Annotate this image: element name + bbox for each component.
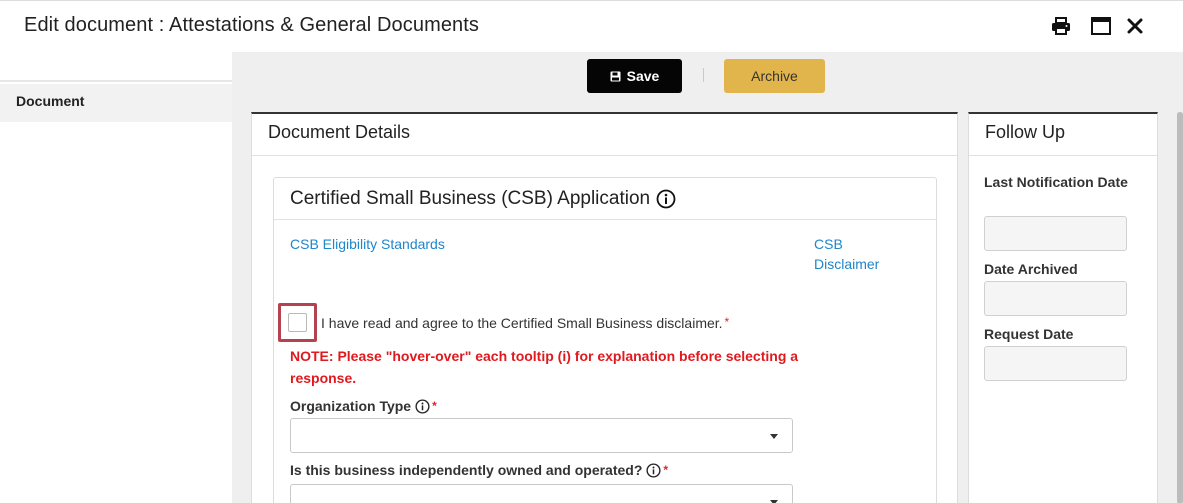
window-title: Edit document : Attestations & General D… (24, 14, 480, 36)
required-mark: * (724, 315, 730, 329)
date-archived-input[interactable] (984, 281, 1127, 316)
required-mark: * (663, 463, 669, 477)
document-details-panel: Document Details Certified Small Busines… (251, 112, 958, 503)
save-button[interactable]: Save (587, 59, 682, 93)
window-titlebar: Edit document : Attestations & General D… (0, 0, 1183, 52)
nav-item-document[interactable]: Document (0, 84, 232, 122)
vertical-scrollbar[interactable] (1177, 112, 1183, 503)
csb-disclaimer-link[interactable]: CSB Disclaimer (814, 234, 894, 274)
info-icon[interactable] (656, 189, 676, 209)
chevron-down-icon (770, 434, 778, 439)
disclaimer-checkbox-label: I have read and agree to the Certified S… (321, 315, 729, 331)
disclaimer-checkbox[interactable] (288, 313, 307, 332)
follow-up-panel: Follow Up Last Notification Date Date Ar… (968, 112, 1158, 503)
nav-spacer (0, 52, 232, 82)
request-date-input[interactable] (984, 346, 1127, 381)
main-content: Save Archive Document Details Certified … (232, 52, 1183, 503)
save-icon (610, 71, 621, 82)
request-date-label: Request Date (984, 326, 1074, 342)
info-icon[interactable] (646, 462, 661, 478)
document-details-title: Document Details (252, 114, 957, 156)
independently-owned-label-text: Is this business independently owned and… (290, 462, 643, 478)
independently-owned-label: Is this business independently owned and… (290, 462, 668, 478)
close-icon[interactable] (1124, 15, 1146, 37)
organization-type-label-text: Organization Type (290, 398, 412, 414)
csb-card-title: Certified Small Business (CSB) Applicati… (290, 187, 651, 209)
left-navigation: Document (0, 52, 232, 503)
save-label: Save (626, 68, 660, 84)
csb-application-card: Certified Small Business (CSB) Applicati… (273, 177, 937, 503)
last-notification-date-label: Last Notification Date (984, 174, 1128, 190)
archive-button[interactable]: Archive (724, 59, 825, 93)
follow-up-title: Follow Up (969, 114, 1157, 156)
maximize-icon[interactable] (1090, 15, 1112, 37)
toolbar-divider (703, 68, 704, 82)
independently-owned-select[interactable] (290, 484, 793, 503)
disclaimer-label-text: I have read and agree to the Certified S… (321, 315, 723, 331)
organization-type-label: Organization Type * (290, 398, 437, 414)
organization-type-select[interactable] (290, 418, 793, 453)
required-mark: * (432, 399, 437, 413)
csb-card-header: Certified Small Business (CSB) Applicati… (274, 178, 936, 220)
csb-eligibility-standards-link[interactable]: CSB Eligibility Standards (290, 234, 445, 254)
scrollbar-thumb[interactable] (1177, 112, 1183, 503)
disclaimer-checkbox-highlight[interactable] (278, 303, 317, 342)
date-archived-label: Date Archived (984, 261, 1078, 277)
print-icon[interactable] (1050, 15, 1072, 37)
tooltip-note: NOTE: Please "hover-over" each tooltip (… (290, 348, 799, 386)
info-icon[interactable] (415, 398, 430, 414)
last-notification-date-input[interactable] (984, 216, 1127, 251)
